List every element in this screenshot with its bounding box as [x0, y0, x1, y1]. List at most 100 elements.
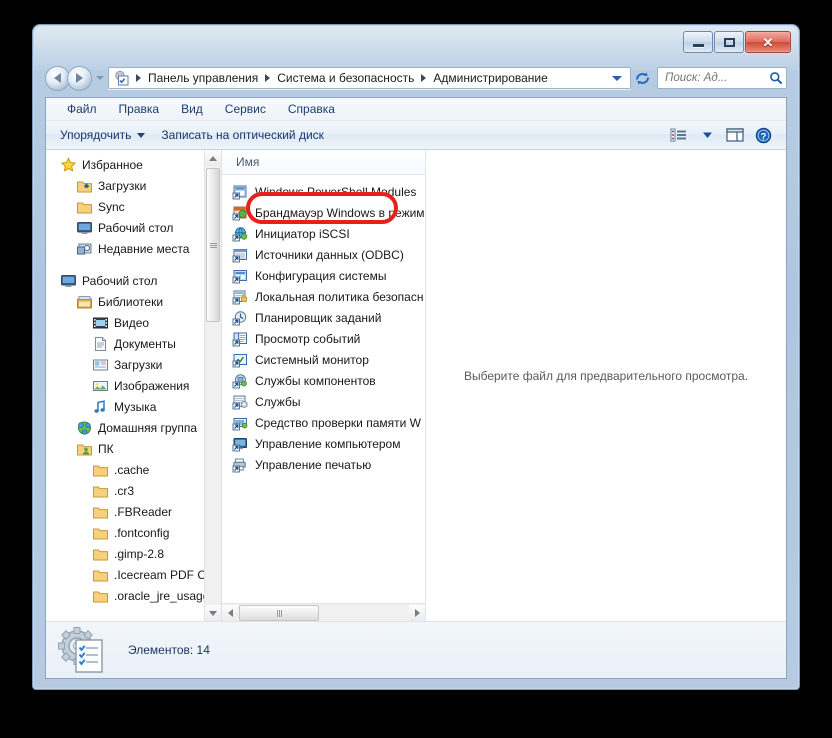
sidebar-item-videos[interactable]: Видео	[46, 312, 205, 333]
list-item[interactable]: Системный монитор	[222, 349, 425, 370]
sidebar-item-desktop-root[interactable]: Рабочий стол	[46, 270, 205, 291]
help-icon: ?	[755, 127, 771, 143]
services-shortcut-icon	[232, 394, 249, 410]
sidebar-item-downloads-library[interactable]: Загрузки	[46, 354, 205, 375]
folder-icon	[92, 483, 109, 499]
recent-pages-button[interactable]	[93, 66, 106, 91]
list-item[interactable]: Планировщик заданий	[222, 307, 425, 328]
details-pane: Элементов: 14	[46, 621, 786, 678]
sidebar-item-homegroup[interactable]: Домашняя группа	[46, 417, 205, 438]
component-services-shortcut-icon	[232, 373, 249, 389]
address-dropdown-button[interactable]	[606, 75, 628, 81]
sidebar-item-cache[interactable]: .cache	[46, 459, 205, 480]
sidebar-item-desktop[interactable]: Рабочий стол	[46, 217, 205, 238]
sidebar-item-documents[interactable]: Документы	[46, 333, 205, 354]
sidebar-item-oracle-jre-usage[interactable]: .oracle_jre_usage	[46, 585, 209, 606]
sidebar-label: .cr3	[114, 483, 135, 498]
help-button[interactable]: ?	[750, 124, 776, 146]
organize-button[interactable]: Упорядочить	[52, 125, 153, 145]
breadcrumb-item-1[interactable]: Система и безопасность	[274, 69, 417, 87]
explorer-window: ✕ Панель управления Система и безопаснос…	[32, 24, 800, 690]
scrollbar-thumb[interactable]	[239, 605, 319, 621]
sidebar-item-cr3[interactable]: .cr3	[46, 480, 205, 501]
control-panel-icon	[114, 70, 130, 86]
list-item[interactable]: Службы компонентов	[222, 370, 425, 391]
scroll-left-button[interactable]	[222, 604, 238, 621]
list-item[interactable]: Источники данных (ODBC)	[222, 244, 425, 265]
file-name: Источники данных (ODBC)	[255, 247, 404, 262]
list-item[interactable]: Управление компьютером	[222, 433, 425, 454]
sidebar-item-libraries[interactable]: Библиотеки	[46, 291, 205, 312]
panes-container: Избранное Загрузки Sync Рабочий стол Нед…	[46, 150, 786, 621]
sidebar-item-sync[interactable]: Sync	[46, 196, 205, 217]
organize-label: Упорядочить	[60, 128, 132, 142]
scroll-right-button[interactable]	[409, 604, 425, 621]
sidebar-item-recent-places[interactable]: Недавние места	[46, 238, 205, 259]
breadcrumb-item-2[interactable]: Администрирование	[430, 69, 550, 87]
list-item[interactable]: Windows PowerShell Modules	[222, 181, 425, 202]
list-item[interactable]: Инициатор iSCSI	[222, 223, 425, 244]
sidebar-label: Sync	[98, 199, 125, 214]
change-view-button[interactable]	[666, 124, 692, 146]
maximize-button[interactable]	[714, 31, 744, 53]
view-dropdown-button[interactable]	[694, 124, 720, 146]
minimize-button[interactable]	[683, 31, 713, 53]
sidebar-label: Музыка	[114, 399, 157, 414]
list-item-event-viewer[interactable]: Просмотр событий	[222, 328, 425, 349]
column-header-row[interactable]: Имя	[222, 150, 425, 175]
sidebar-item-fontconfig[interactable]: .fontconfig	[46, 522, 205, 543]
refresh-button[interactable]	[631, 67, 653, 89]
sidebar-label: Домашняя группа	[98, 420, 198, 435]
sidebar-item-favorites[interactable]: Избранное	[46, 154, 205, 175]
menu-bar: Файл Правка Вид Сервис Справка	[46, 98, 786, 121]
list-item[interactable]: Управление печатью	[222, 454, 425, 475]
triangle-left-icon	[227, 608, 233, 617]
minimize-icon	[692, 44, 704, 47]
file-name: Локальная политика безопасн	[255, 289, 424, 304]
menu-item-tools[interactable]: Сервис	[214, 100, 277, 118]
sidebar-item-downloads[interactable]: Загрузки	[46, 175, 205, 196]
sidebar-label: Документы	[114, 336, 176, 351]
task-scheduler-shortcut-icon	[232, 310, 249, 326]
navigation-pane-scrollbar[interactable]	[204, 150, 221, 621]
menu-item-file[interactable]: Файл	[56, 100, 108, 118]
sidebar-item-icecream-pdf[interactable]: .Icecream PDF Conver	[46, 564, 221, 585]
sidebar-item-pictures[interactable]: Изображения	[46, 375, 205, 396]
event-viewer-shortcut-icon	[232, 331, 249, 347]
sidebar-label: Рабочий стол	[98, 220, 174, 235]
downloads-folder-icon	[76, 178, 93, 194]
breadcrumb-item-0[interactable]: Панель управления	[145, 69, 261, 87]
svg-text:?: ?	[760, 131, 766, 142]
file-list-horizontal-scrollbar[interactable]	[222, 603, 425, 621]
list-item[interactable]: Службы	[222, 391, 425, 412]
libraries-icon	[76, 294, 93, 310]
star-icon	[60, 156, 77, 173]
sidebar-item-gimp[interactable]: .gimp-2.8	[46, 543, 205, 564]
list-item[interactable]: Локальная политика безопасн	[222, 286, 425, 307]
video-library-icon	[92, 315, 109, 331]
scroll-down-button[interactable]	[205, 605, 221, 621]
forward-button[interactable]	[67, 65, 92, 91]
scrollbar-thumb[interactable]	[206, 168, 220, 322]
list-item[interactable]: Брандмауэр Windows в режим	[222, 202, 425, 223]
search-input[interactable]	[658, 71, 766, 85]
list-item[interactable]: Средство проверки памяти W	[222, 412, 425, 433]
administrative-tools-icon	[56, 626, 110, 674]
menu-item-edit[interactable]: Правка	[108, 100, 171, 118]
sidebar-item-user-folder[interactable]: ПК	[46, 438, 205, 459]
title-bar[interactable]: ✕	[33, 25, 799, 59]
file-list-pane: Имя Windows PowerShell Modules Брандмауэ…	[222, 150, 426, 621]
pictures-library-icon	[92, 378, 109, 394]
breadcrumb[interactable]: Панель управления Система и безопасность…	[108, 67, 631, 89]
memory-diagnostic-shortcut-icon	[232, 415, 249, 431]
sidebar-item-music[interactable]: Музыка	[46, 396, 205, 417]
scroll-up-button[interactable]	[205, 150, 221, 166]
burn-to-disc-button[interactable]: Записать на оптический диск	[153, 125, 332, 145]
list-item[interactable]: Конфигурация системы	[222, 265, 425, 286]
preview-pane-button[interactable]	[722, 124, 748, 146]
sidebar-item-fbreader[interactable]: .FBReader	[46, 501, 205, 522]
close-button[interactable]: ✕	[745, 31, 791, 53]
menu-item-help[interactable]: Справка	[277, 100, 346, 118]
search-box[interactable]	[657, 67, 787, 89]
menu-item-view[interactable]: Вид	[170, 100, 214, 118]
